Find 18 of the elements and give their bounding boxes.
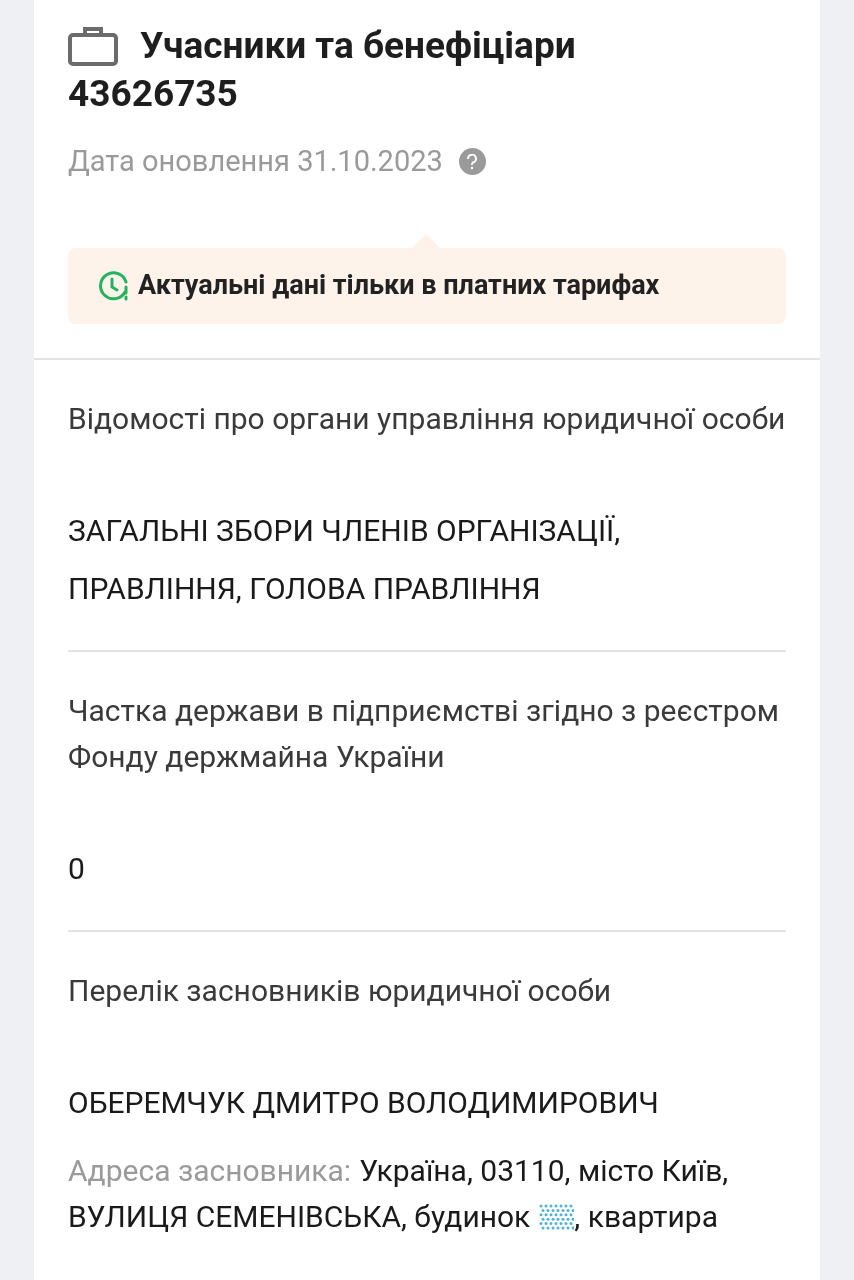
help-icon[interactable] [458,148,486,176]
field-label: Відомості про органи управління юридичної особи [68,399,786,438]
field-value: ОБЕРЕМЧУК ДМИТРО ВОЛОДИМИРОВИЧ [68,1083,660,1122]
notice-text: Актуальні дані тільки в платних тарифах [138,268,660,304]
page-title: Учасники та бенефіціари [140,23,576,69]
hidden-value-icon [538,1202,575,1231]
address-text: ВУЛИЦЯ СЕМЕНІВСЬКА, будинок [68,1197,531,1236]
address-text: Україна, 03110, місто Київ, [359,1151,729,1190]
address-label: Адреса засновника: [68,1151,352,1190]
address-text: , квартира [574,1197,718,1236]
briefcase-icon [68,26,118,66]
field-value: 0 [68,849,86,888]
field-label: Перелік засновників юридичної особи [68,971,613,1010]
field-value: ЗАГАЛЬНІ ЗБОРИ ЧЛЕНІВ ОРГАНІЗАЦІЇ, ПРАВЛІННЯ, ГОЛОВА ПРАВЛІННЯ [68,511,622,608]
field-label: Частка держави в підприємстві згідно з реєстром Фонду держмайна України [68,691,780,776]
company-code: 43626735 [68,71,239,117]
update-date: Дата оновлення 31.10.2023 [68,143,443,180]
clock-alert-icon [98,269,130,302]
